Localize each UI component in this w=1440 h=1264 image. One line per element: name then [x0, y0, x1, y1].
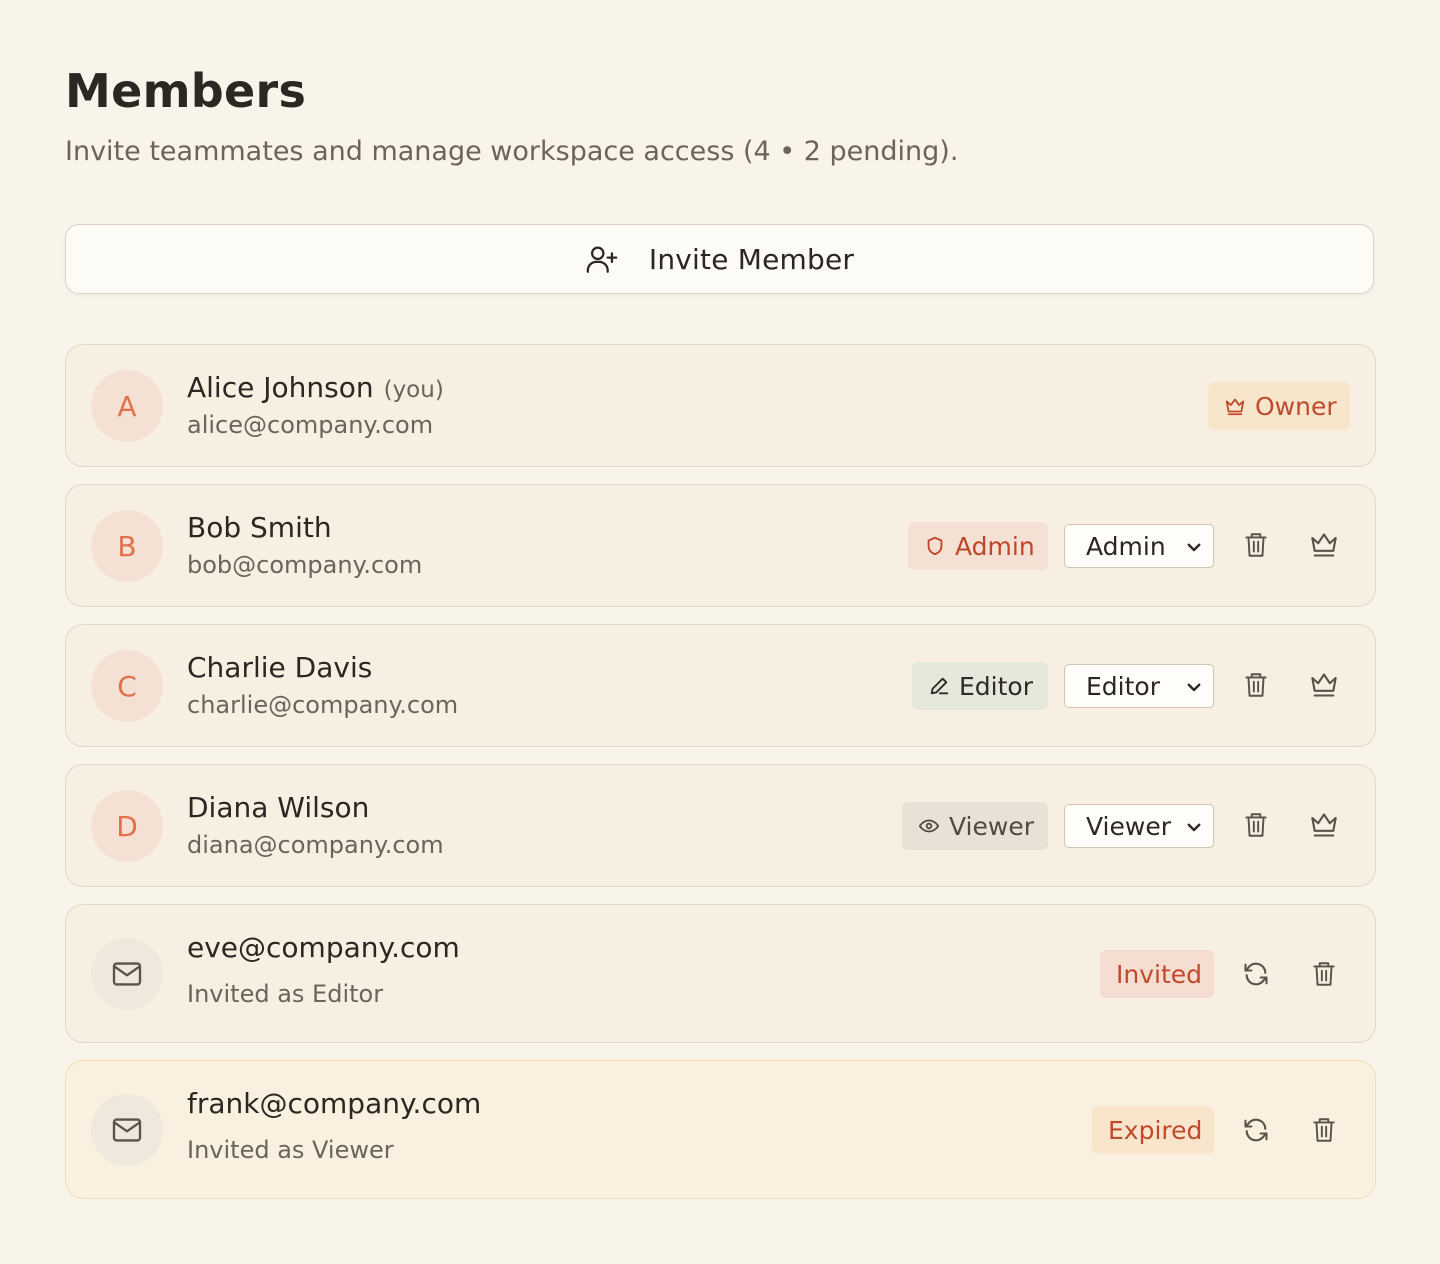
member-email: alice@company.com [187, 411, 434, 439]
role-select-value: Admin [1086, 531, 1166, 561]
transfer-ownership-button[interactable] [1304, 665, 1344, 705]
member-row-diana: D Diana Wilson diana@company.com Viewer … [65, 764, 1376, 887]
member-email: diana@company.com [187, 831, 444, 859]
crown-icon [1310, 672, 1338, 698]
pencil-icon [928, 675, 950, 697]
refresh-icon [1242, 1116, 1270, 1144]
trash-icon [1243, 531, 1269, 559]
resend-invite-button[interactable] [1236, 1110, 1276, 1150]
owner-badge: Owner [1208, 382, 1350, 430]
shield-icon [924, 535, 946, 557]
trash-icon [1311, 960, 1337, 988]
trash-icon [1311, 1116, 1337, 1144]
member-row-bob: B Bob Smith bob@company.com Admin Admin [65, 484, 1376, 607]
invite-detail: Invited as Viewer [187, 1136, 394, 1164]
avatar: A [91, 370, 163, 442]
member-email: bob@company.com [187, 551, 423, 579]
member-name: Bob Smith [187, 511, 332, 544]
mail-icon [111, 1117, 143, 1143]
trash-icon [1243, 811, 1269, 839]
badge-label: Editor [959, 671, 1033, 701]
role-select[interactable]: Admin [1064, 524, 1214, 568]
member-name: Alice Johnson [187, 371, 374, 404]
user-plus-icon [585, 242, 619, 276]
editor-badge: Editor [912, 662, 1048, 710]
invite-email: eve@company.com [187, 931, 460, 964]
page-title: Members [65, 64, 307, 118]
page-subtitle: Invite teammates and manage workspace ac… [65, 136, 959, 167]
invite-email: frank@company.com [187, 1087, 482, 1120]
member-name: Diana Wilson [187, 791, 370, 824]
avatar [91, 938, 163, 1010]
eye-icon [918, 815, 940, 837]
role-select[interactable]: Editor [1064, 664, 1214, 708]
badge-label: Admin [955, 531, 1035, 561]
invite-row-eve: eve@company.com Invited as Editor Invite… [65, 904, 1376, 1043]
role-select-value: Viewer [1086, 811, 1171, 841]
remove-member-button[interactable] [1236, 805, 1276, 845]
admin-badge: Admin [908, 522, 1048, 570]
remove-member-button[interactable] [1236, 665, 1276, 705]
remove-member-button[interactable] [1236, 525, 1276, 565]
member-email: charlie@company.com [187, 691, 459, 719]
you-label: (you) [383, 377, 444, 403]
role-select-value: Editor [1086, 671, 1160, 701]
chevron-down-icon [1185, 818, 1203, 836]
avatar [91, 1094, 163, 1166]
revoke-invite-button[interactable] [1304, 954, 1344, 994]
chevron-down-icon [1185, 538, 1203, 556]
invite-detail: Invited as Editor [187, 980, 384, 1008]
member-name: Charlie Davis [187, 651, 373, 684]
refresh-icon [1242, 960, 1270, 988]
member-row-alice: A Alice Johnson (you) alice@company.com O… [65, 344, 1376, 467]
crown-icon [1224, 395, 1246, 417]
member-name-row: Alice Johnson (you) [187, 371, 444, 404]
invite-member-label: Invite Member [648, 242, 855, 276]
invite-member-button[interactable]: Invite Member [65, 224, 1374, 294]
invite-row-frank: frank@company.com Invited as Viewer Expi… [65, 1060, 1376, 1199]
invited-badge: Invited [1100, 950, 1214, 998]
member-row-charlie: C Charlie Davis charlie@company.com Edit… [65, 624, 1376, 747]
mail-icon [111, 961, 143, 987]
avatar: C [91, 650, 163, 722]
avatar: B [91, 510, 163, 582]
revoke-invite-button[interactable] [1304, 1110, 1344, 1150]
avatar: D [91, 790, 163, 862]
viewer-badge: Viewer [902, 802, 1048, 850]
crown-icon [1310, 532, 1338, 558]
resend-invite-button[interactable] [1236, 954, 1276, 994]
trash-icon [1243, 671, 1269, 699]
badge-label: Owner [1255, 391, 1337, 421]
transfer-ownership-button[interactable] [1304, 805, 1344, 845]
chevron-down-icon [1185, 678, 1203, 696]
crown-icon [1310, 812, 1338, 838]
role-select[interactable]: Viewer [1064, 804, 1214, 848]
transfer-ownership-button[interactable] [1304, 525, 1344, 565]
badge-label: Viewer [949, 811, 1034, 841]
expired-badge: Expired [1092, 1106, 1214, 1154]
